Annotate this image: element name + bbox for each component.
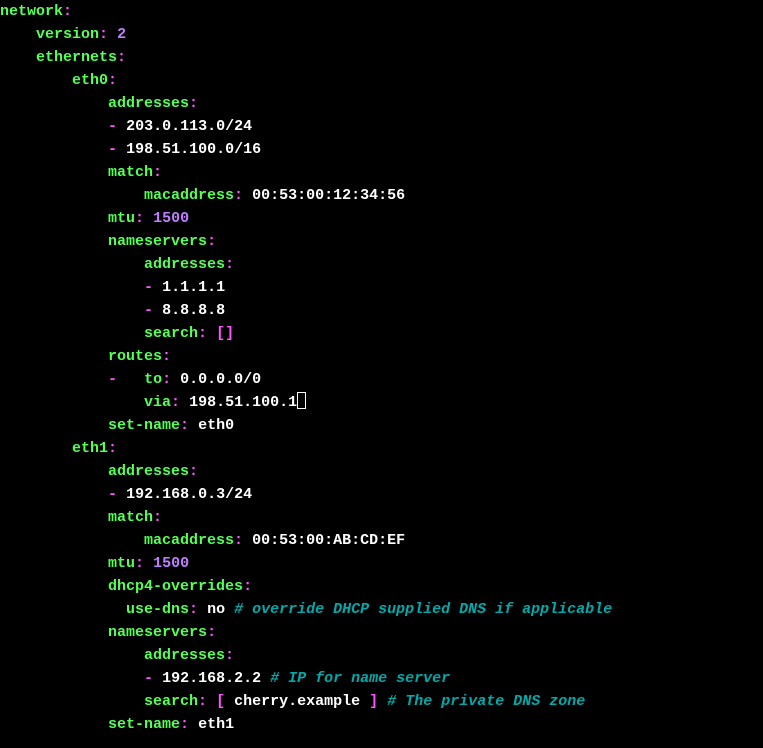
yaml-key: match: [108, 164, 153, 181]
colon: :: [171, 394, 180, 411]
yaml-key: set-name: [108, 417, 180, 434]
yaml-value: 203.0.113.0/24: [126, 118, 252, 135]
yaml-key: use-dns: [126, 601, 189, 618]
yaml-value: 1.1.1.1: [162, 279, 225, 296]
colon: :: [180, 417, 189, 434]
colon: :: [108, 440, 117, 457]
yaml-number: 2: [117, 26, 126, 43]
dash: -: [144, 279, 153, 296]
yaml-value: 00:53:00:AB:CD:EF: [252, 532, 405, 549]
colon: :: [153, 509, 162, 526]
yaml-key: routes: [108, 348, 162, 365]
yaml-number: 1500: [153, 210, 189, 227]
colon: :: [198, 693, 207, 710]
yaml-comment: # IP for name server: [270, 670, 450, 687]
colon: :: [153, 164, 162, 181]
yaml-key: network: [0, 3, 63, 20]
bracket: [: [216, 693, 225, 710]
colon: :: [189, 463, 198, 480]
colon: :: [207, 233, 216, 250]
colon: :: [63, 3, 72, 20]
colon: :: [135, 210, 144, 227]
cursor-icon: [297, 392, 306, 409]
yaml-key: nameservers: [108, 624, 207, 641]
dash: -: [108, 486, 117, 503]
colon: :: [108, 72, 117, 89]
yaml-key: eth0: [72, 72, 108, 89]
colon: :: [189, 95, 198, 112]
dash: -: [108, 118, 117, 135]
yaml-value: no: [207, 601, 225, 618]
yaml-key: addresses: [144, 647, 225, 664]
yaml-value: 192.168.2.2: [162, 670, 261, 687]
yaml-key: set-name: [108, 716, 180, 733]
yaml-key: eth1: [72, 440, 108, 457]
colon: :: [198, 325, 207, 342]
yaml-key: version: [36, 26, 99, 43]
yaml-value: 0.0.0.0/0: [180, 371, 261, 388]
colon: :: [99, 26, 108, 43]
yaml-value: 198.51.100.0/16: [126, 141, 261, 158]
yaml-key: addresses: [108, 463, 189, 480]
colon: :: [162, 371, 171, 388]
yaml-comment: # The private DNS zone: [387, 693, 585, 710]
yaml-value: 192.168.0.3/24: [126, 486, 252, 503]
brackets: []: [216, 325, 234, 342]
colon: :: [225, 256, 234, 273]
yaml-value: 8.8.8.8: [162, 302, 225, 319]
yaml-value: 198.51.100.1: [189, 394, 297, 411]
yaml-key: to: [144, 371, 162, 388]
bracket: ]: [369, 693, 378, 710]
yaml-key: addresses: [144, 256, 225, 273]
yaml-key: search: [144, 325, 198, 342]
yaml-code-block: network: version: 2 ethernets: eth0: add…: [0, 0, 763, 736]
dash: -: [144, 670, 153, 687]
yaml-key: via: [144, 394, 171, 411]
yaml-key: macaddress: [144, 532, 234, 549]
yaml-value: 00:53:00:12:34:56: [252, 187, 405, 204]
yaml-key: match: [108, 509, 153, 526]
yaml-key: search: [144, 693, 198, 710]
yaml-key: mtu: [108, 210, 135, 227]
yaml-value: cherry.example: [234, 693, 360, 710]
colon: :: [225, 647, 234, 664]
yaml-value: eth1: [198, 716, 234, 733]
colon: :: [162, 348, 171, 365]
yaml-key: macaddress: [144, 187, 234, 204]
colon: :: [189, 601, 198, 618]
yaml-key: addresses: [108, 95, 189, 112]
colon: :: [207, 624, 216, 641]
yaml-key: dhcp4-overrides: [108, 578, 243, 595]
colon: :: [135, 555, 144, 572]
colon: :: [234, 187, 243, 204]
dash: -: [108, 141, 117, 158]
yaml-value: eth0: [198, 417, 234, 434]
colon: :: [234, 532, 243, 549]
yaml-number: 1500: [153, 555, 189, 572]
colon: :: [117, 49, 126, 66]
colon: :: [180, 716, 189, 733]
yaml-key: nameservers: [108, 233, 207, 250]
yaml-key: mtu: [108, 555, 135, 572]
dash: -: [108, 371, 117, 388]
yaml-comment: # override DHCP supplied DNS if applicab…: [234, 601, 612, 618]
yaml-key: ethernets: [36, 49, 117, 66]
colon: :: [243, 578, 252, 595]
dash: -: [144, 302, 153, 319]
